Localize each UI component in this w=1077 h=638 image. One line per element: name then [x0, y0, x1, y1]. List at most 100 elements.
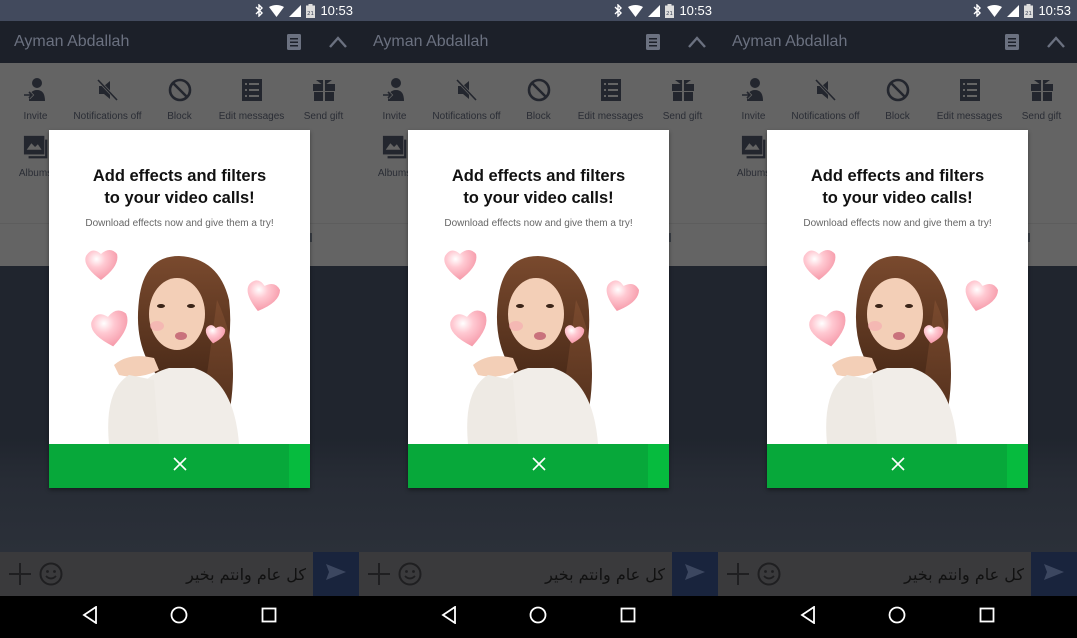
recents-icon[interactable]: [979, 607, 995, 628]
back-icon[interactable]: [441, 604, 457, 629]
battery-icon: 21: [1024, 3, 1034, 18]
menu-item-label: Edit messages: [218, 111, 285, 122]
button-accent: [648, 444, 669, 488]
menu-item-label: Albums: [377, 168, 412, 179]
navigation-bar: [718, 596, 1077, 638]
plus-icon[interactable]: [368, 563, 390, 585]
bluetooth-icon: [254, 4, 264, 17]
dialog-close-button[interactable]: [408, 444, 669, 488]
menu-item-label: Edit messages: [577, 111, 644, 122]
send-button[interactable]: [1031, 552, 1077, 596]
chat-title[interactable]: Ayman Abdallah: [373, 33, 646, 51]
menu-item-label: Send gift: [1021, 111, 1062, 122]
emoji-icon[interactable]: [757, 562, 781, 586]
dialog-title-line1: Add effects and filters: [92, 167, 267, 185]
dialog-title: Add effects and filters to your video ca…: [767, 165, 1028, 209]
menu-item-label: Block: [526, 111, 551, 122]
message-input[interactable]: كل عام وانتم بخير: [63, 565, 313, 584]
phone-screen-3: 21 10:53 Ayman Abdallah Invite Notificat…: [718, 0, 1077, 638]
close-icon: [531, 456, 546, 476]
menu-item-label: Notifications off: [791, 111, 860, 122]
plus-icon[interactable]: [727, 563, 749, 585]
home-icon[interactable]: [170, 606, 188, 629]
menu-item-label: Block: [167, 111, 192, 122]
plus-icon[interactable]: [9, 563, 31, 585]
invite-icon: [741, 77, 767, 103]
send-icon: [1044, 563, 1064, 585]
dialog-subtitle: Download effects now and give them a try…: [803, 218, 992, 229]
note-icon[interactable]: [1005, 34, 1019, 50]
back-icon[interactable]: [82, 604, 98, 629]
message-input[interactable]: كل عام وانتم بخير: [781, 565, 1031, 584]
menu-invite[interactable]: Invite: [359, 77, 430, 122]
menu-item-label: Invite: [741, 111, 766, 122]
scroll-indicator: [1028, 233, 1030, 242]
back-icon[interactable]: [800, 604, 816, 629]
chevron-up-icon[interactable]: [1046, 35, 1066, 49]
menu-notifications-off[interactable]: Notifications off: [72, 77, 143, 122]
chat-title[interactable]: Ayman Abdallah: [14, 33, 287, 51]
menu-edit-messages[interactable]: Edit messages: [216, 77, 287, 122]
status-bar: 21 10:53: [718, 0, 1077, 21]
dialog-title: Add effects and filters to your video ca…: [49, 165, 310, 209]
menu-edit-messages[interactable]: Edit messages: [934, 77, 1005, 122]
recents-icon[interactable]: [620, 607, 636, 628]
chevron-up-icon[interactable]: [687, 35, 707, 49]
edit-messages-icon: [239, 77, 265, 103]
navigation-bar: [359, 596, 718, 638]
album-icon: [741, 134, 767, 160]
signal-icon: [1007, 4, 1020, 17]
menu-block[interactable]: Block: [503, 77, 574, 122]
signal-icon: [648, 4, 661, 17]
button-accent: [289, 444, 310, 488]
block-icon: [526, 77, 552, 103]
chat-title[interactable]: Ayman Abdallah: [732, 33, 1005, 51]
menu-block[interactable]: Block: [144, 77, 215, 122]
menu-send-gift[interactable]: Send gift: [288, 77, 359, 122]
home-icon[interactable]: [529, 606, 547, 629]
send-button[interactable]: [313, 552, 359, 596]
wifi-icon: [987, 4, 1003, 17]
note-icon[interactable]: [287, 34, 301, 50]
menu-block[interactable]: Block: [862, 77, 933, 122]
promo-dialog: Add effects and filters to your video ca…: [49, 130, 310, 488]
dialog-close-button[interactable]: [49, 444, 310, 488]
emoji-icon[interactable]: [39, 562, 63, 586]
emoji-icon[interactable]: [398, 562, 422, 586]
menu-item-label: Send gift: [662, 111, 703, 122]
edit-messages-icon: [957, 77, 983, 103]
promo-image: [69, 240, 290, 444]
dialog-subtitle: Download effects now and give them a try…: [85, 218, 274, 229]
invite-icon: [382, 77, 408, 103]
menu-edit-messages[interactable]: Edit messages: [575, 77, 646, 122]
battery-icon: 21: [665, 3, 675, 18]
note-icon[interactable]: [646, 34, 660, 50]
menu-send-gift[interactable]: Send gift: [1006, 77, 1077, 122]
dialog-subtitle: Download effects now and give them a try…: [444, 218, 633, 229]
status-time: 10:53: [320, 3, 353, 18]
menu-notifications-off[interactable]: Notifications off: [431, 77, 502, 122]
send-icon: [326, 563, 346, 585]
dialog-title-line2: to your video calls!: [104, 189, 255, 207]
menu-invite[interactable]: Invite: [0, 77, 71, 122]
home-icon[interactable]: [888, 606, 906, 629]
wifi-icon: [269, 4, 285, 17]
album-icon: [382, 134, 408, 160]
send-button[interactable]: [672, 552, 718, 596]
recents-icon[interactable]: [261, 607, 277, 628]
block-icon: [885, 77, 911, 103]
dialog-title: Add effects and filters to your video ca…: [408, 165, 669, 209]
dialog-close-button[interactable]: [767, 444, 1028, 488]
chat-header: Ayman Abdallah: [359, 21, 718, 63]
status-bar: 21 10:53: [0, 0, 359, 21]
menu-invite[interactable]: Invite: [718, 77, 789, 122]
chevron-up-icon[interactable]: [328, 35, 348, 49]
menu-item-label: Block: [885, 111, 910, 122]
menu-item-label: Albums: [736, 168, 771, 179]
promo-image: [428, 240, 649, 444]
scroll-indicator: [669, 233, 671, 242]
message-input[interactable]: كل عام وانتم بخير: [422, 565, 672, 584]
menu-notifications-off[interactable]: Notifications off: [790, 77, 861, 122]
battery-icon: 21: [306, 3, 316, 18]
menu-send-gift[interactable]: Send gift: [647, 77, 718, 122]
